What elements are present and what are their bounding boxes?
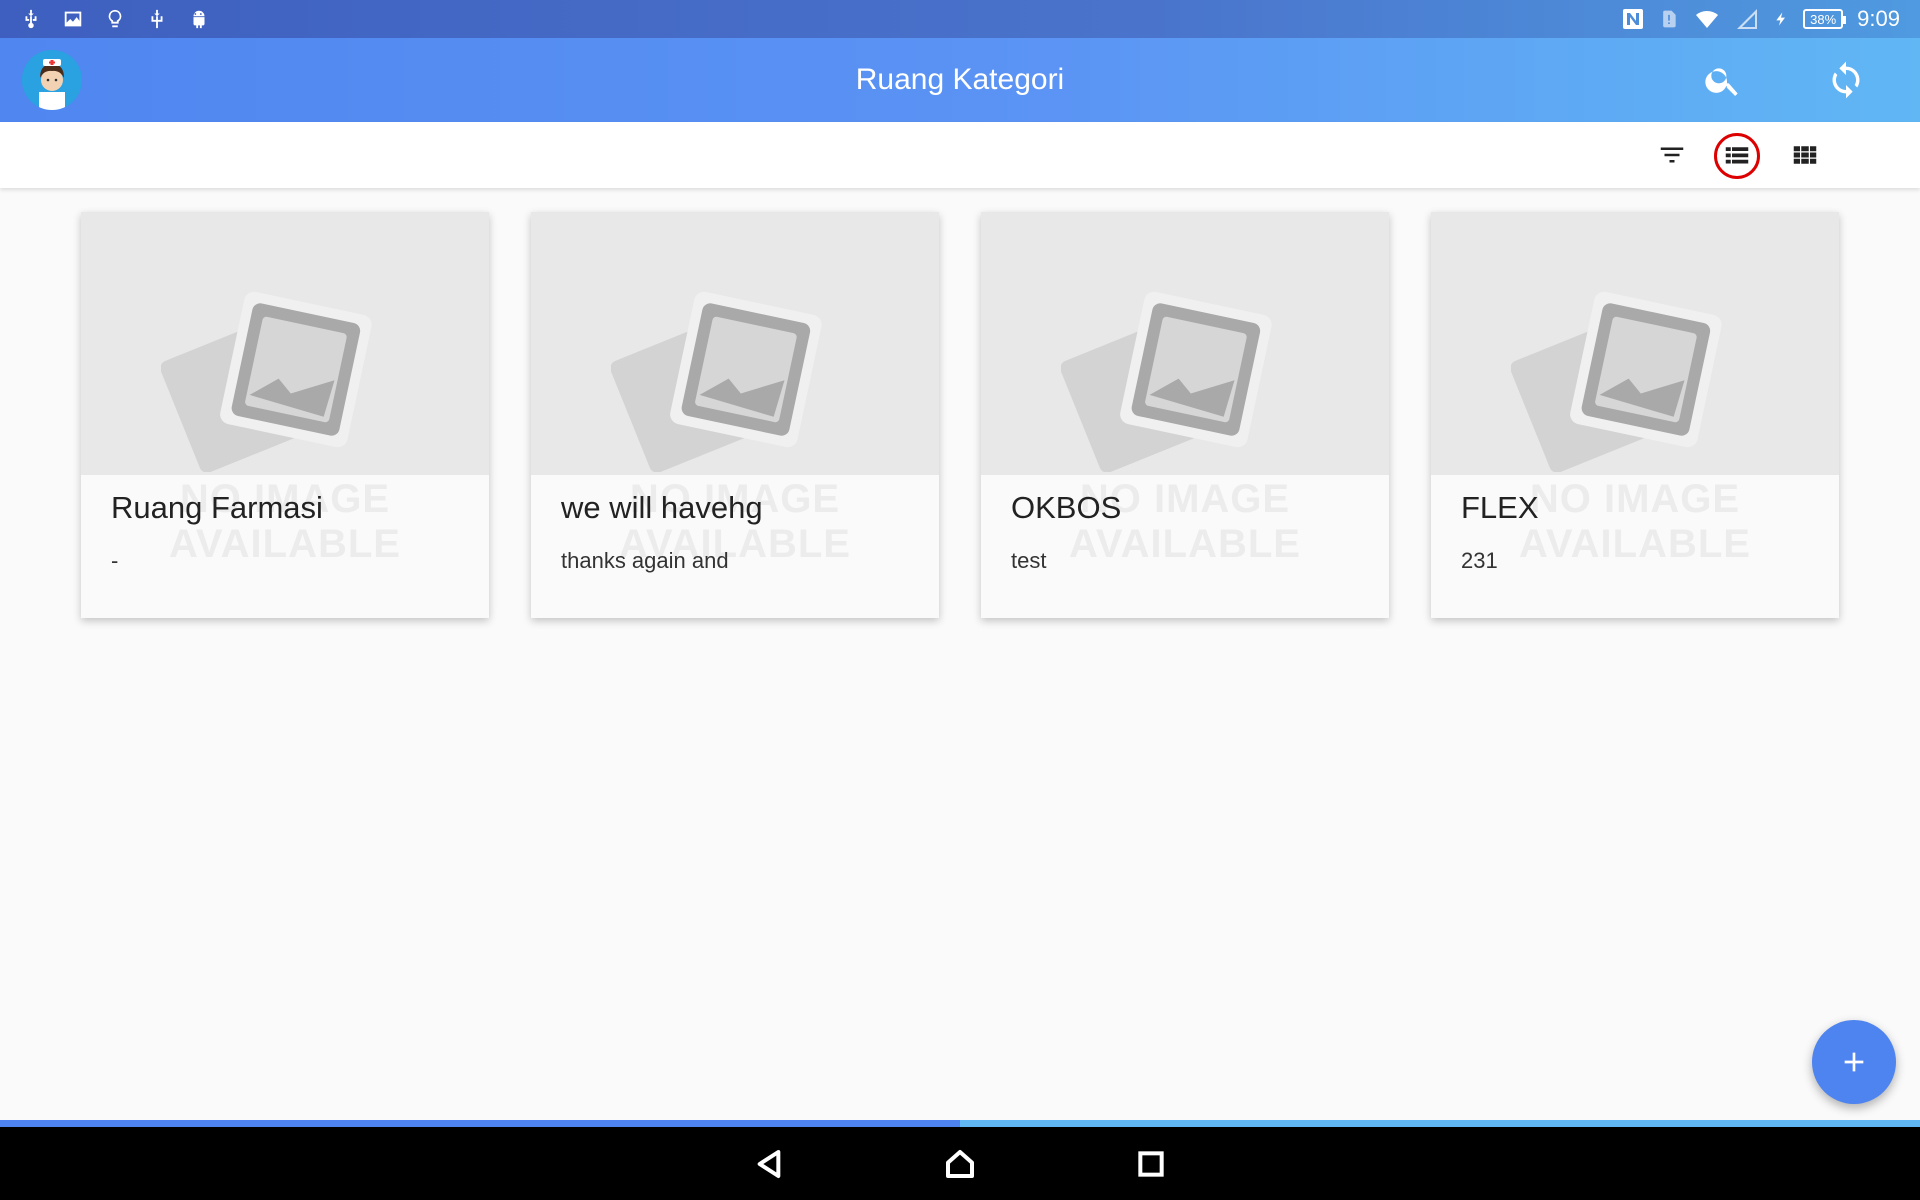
grid-view-icon[interactable] bbox=[1785, 135, 1825, 175]
app-bar: Ruang Kategori bbox=[0, 38, 1920, 122]
card-subtitle: test bbox=[1011, 548, 1047, 573]
list-view-icon[interactable] bbox=[1714, 133, 1760, 179]
filter-icon[interactable] bbox=[1652, 135, 1692, 175]
view-toolbar bbox=[0, 122, 1920, 188]
status-left-icons bbox=[20, 0, 210, 38]
nfc-icon bbox=[1623, 9, 1644, 29]
watermark-line2: AVAILABLE bbox=[169, 522, 401, 566]
system-nav-bar bbox=[0, 1127, 1920, 1200]
sync-icon[interactable] bbox=[1824, 58, 1868, 102]
back-icon[interactable] bbox=[749, 1144, 789, 1184]
status-right-icons: 38% 9:09 bbox=[1621, 0, 1900, 38]
no-image-icon bbox=[1061, 291, 1272, 472]
battery-level: 38% bbox=[1810, 11, 1837, 27]
android-icon bbox=[193, 10, 205, 29]
card-image-placeholder bbox=[81, 212, 489, 475]
charging-icon bbox=[1776, 12, 1786, 26]
plus-icon bbox=[1844, 1052, 1864, 1072]
signal-icon bbox=[1737, 9, 1758, 29]
no-image-icon bbox=[161, 291, 372, 472]
card-image-placeholder bbox=[981, 212, 1389, 475]
card-image-placeholder bbox=[1431, 212, 1839, 475]
bulb-icon bbox=[108, 9, 122, 28]
card-title: FLEX bbox=[1461, 490, 1539, 525]
progress-fill bbox=[0, 1120, 960, 1127]
category-card[interactable]: NO IMAGE AVAILABLE Ruang Farmasi - bbox=[81, 212, 489, 618]
battery-icon: 38% bbox=[1803, 9, 1847, 29]
sim-alert-icon bbox=[1663, 10, 1676, 28]
card-title: OKBOS bbox=[1011, 490, 1122, 525]
card-image-placeholder bbox=[531, 212, 939, 475]
card-subtitle: thanks again and bbox=[561, 548, 729, 573]
category-card[interactable]: NO IMAGE AVAILABLE FLEX 231 bbox=[1431, 212, 1839, 618]
status-bar: 38% 9:09 bbox=[0, 0, 1920, 38]
card-subtitle: 231 bbox=[1461, 548, 1498, 573]
no-image-icon bbox=[611, 291, 822, 472]
wifi-icon bbox=[1696, 10, 1719, 28]
search-icon[interactable] bbox=[1701, 58, 1745, 102]
page-title: Ruang Kategori bbox=[855, 63, 1065, 96]
home-icon[interactable] bbox=[940, 1144, 980, 1184]
no-image-icon bbox=[1511, 291, 1722, 472]
image-icon bbox=[64, 11, 82, 27]
category-card[interactable]: NO IMAGE AVAILABLE we will havehg thanks… bbox=[531, 212, 939, 618]
recents-icon[interactable] bbox=[1131, 1144, 1171, 1184]
category-card[interactable]: NO IMAGE AVAILABLE OKBOS test bbox=[981, 212, 1389, 618]
add-category-button[interactable] bbox=[1812, 1020, 1896, 1104]
status-time: 9:09 bbox=[1857, 6, 1900, 31]
card-title: Ruang Farmasi bbox=[111, 490, 323, 525]
card-title: we will havehg bbox=[561, 490, 763, 525]
usb-icon bbox=[25, 9, 37, 29]
avatar[interactable] bbox=[22, 50, 82, 110]
card-subtitle: - bbox=[111, 548, 119, 573]
usb-debug-icon bbox=[151, 9, 163, 29]
progress-bar bbox=[0, 1120, 1920, 1127]
